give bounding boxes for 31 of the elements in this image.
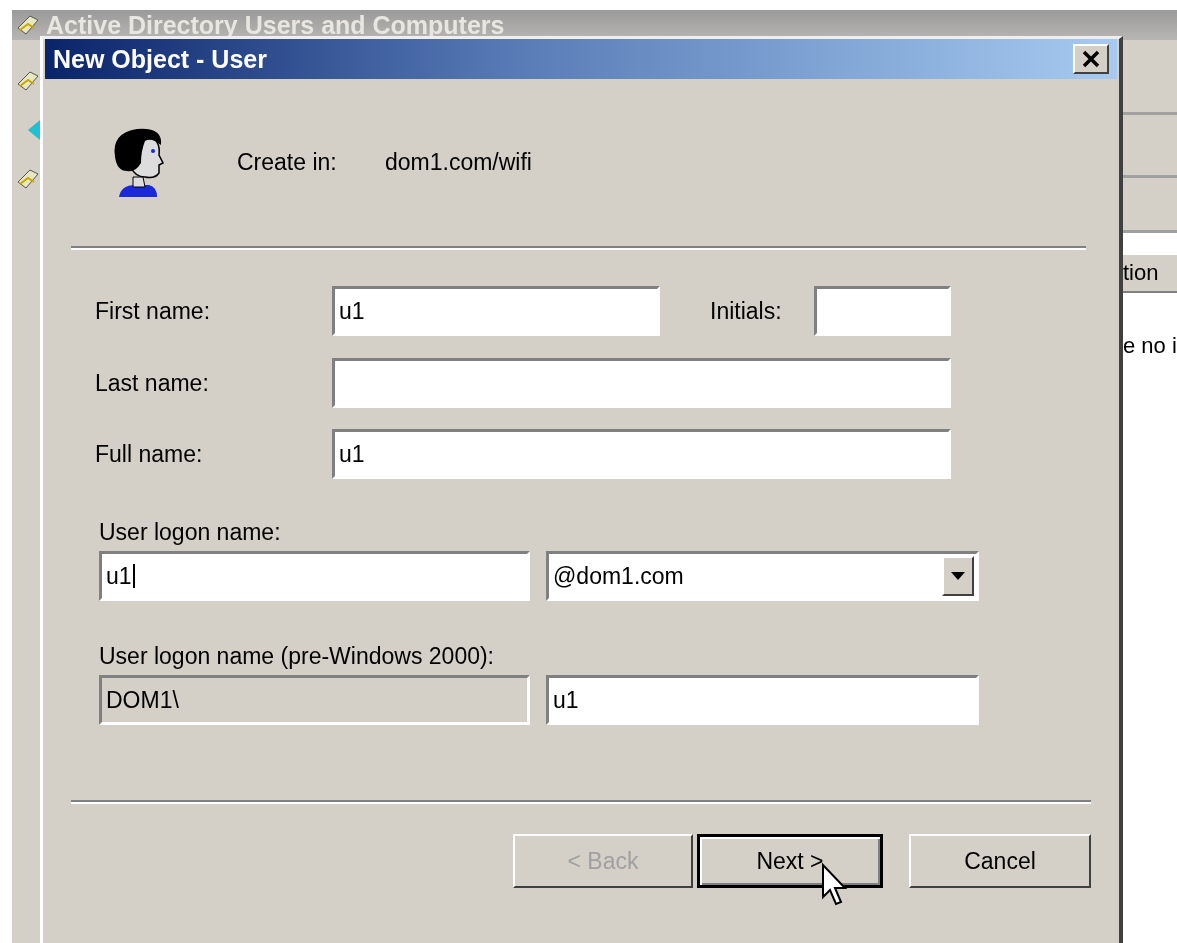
field-label: First name: xyxy=(94,297,212,325)
legacy-logon-field[interactable]: u1 xyxy=(546,675,979,725)
mouse-pointer-icon xyxy=(821,863,849,907)
domain-prefix-field: DOM1\ xyxy=(99,675,530,725)
last-name-field[interactable] xyxy=(332,358,951,408)
book-icon xyxy=(16,70,40,92)
book-icon xyxy=(16,168,40,190)
book-icon xyxy=(16,14,40,36)
user-icon xyxy=(111,126,167,199)
close-icon xyxy=(1081,50,1101,68)
field-label: User logon name (pre-Windows 2000): xyxy=(99,642,494,670)
wizard-button[interactable]: Cancel xyxy=(909,834,1091,888)
field-label: Full name: xyxy=(94,440,204,468)
close-button[interactable] xyxy=(1073,44,1109,74)
caret-icon xyxy=(951,572,965,580)
create-in-path: dom1.com/wifi xyxy=(385,149,532,176)
domain-dropdown[interactable]: @dom1.com xyxy=(546,551,979,601)
first-name-field[interactable]: u1 xyxy=(332,286,660,336)
dropdown-button[interactable] xyxy=(942,556,974,596)
field-label: Last name: xyxy=(94,369,210,397)
list-text: e no i xyxy=(1123,333,1177,359)
initials-field[interactable] xyxy=(814,286,951,336)
column-header[interactable]: tion xyxy=(1123,255,1177,293)
wizard-button[interactable]: Next > xyxy=(697,834,883,888)
field-label: Initials: xyxy=(709,297,783,325)
create-in-label: Create in: xyxy=(237,149,338,176)
full-name-field[interactable]: u1 xyxy=(332,429,951,479)
logon-name-field[interactable]: u1 xyxy=(99,551,530,601)
dialog-title: New Object - User xyxy=(53,44,267,74)
field-label: User logon name: xyxy=(99,518,281,546)
window-title: Active Directory Users and Computers xyxy=(46,10,505,40)
